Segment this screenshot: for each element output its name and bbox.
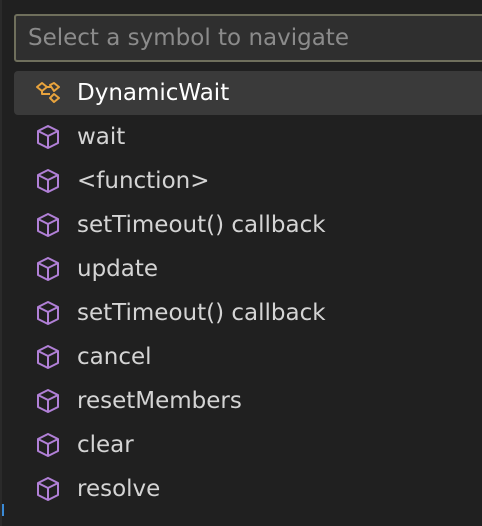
symbol-item-label: resetMembers	[77, 388, 242, 414]
search-input[interactable]	[28, 16, 482, 60]
search-box[interactable]	[14, 14, 482, 62]
symbol-item-function[interactable]: <function>	[14, 159, 482, 203]
symbol-item-resetmembers[interactable]: resetMembers	[14, 379, 482, 423]
symbol-item-label: DynamicWait	[77, 80, 230, 106]
symbol-item-label: setTimeout() callback	[77, 212, 326, 238]
method-icon	[34, 475, 62, 503]
method-icon	[34, 211, 62, 239]
symbol-item-label: clear	[77, 432, 134, 458]
symbol-list: DynamicWait wait <function> setTimeout()…	[14, 71, 482, 511]
symbol-item-settimeout-callback[interactable]: setTimeout() callback	[14, 203, 482, 247]
method-icon	[34, 123, 62, 151]
symbol-item-cancel[interactable]: cancel	[14, 335, 482, 379]
method-icon	[34, 431, 62, 459]
symbol-item-update[interactable]: update	[14, 247, 482, 291]
method-icon	[34, 299, 62, 327]
symbol-item-clear[interactable]: clear	[14, 423, 482, 467]
symbol-item-settimeout-callback[interactable]: setTimeout() callback	[14, 291, 482, 335]
method-icon	[34, 343, 62, 371]
class-icon	[34, 79, 62, 107]
symbol-item-wait[interactable]: wait	[14, 115, 482, 159]
symbol-item-dynamicwait[interactable]: DynamicWait	[14, 71, 482, 115]
symbol-item-label: update	[77, 256, 159, 282]
symbol-item-resolve[interactable]: resolve	[14, 467, 482, 511]
symbol-quick-pick: DynamicWait wait <function	[0, 0, 482, 526]
symbol-item-label: <function>	[77, 168, 210, 194]
method-icon	[34, 387, 62, 415]
symbol-item-label: resolve	[77, 476, 161, 502]
symbol-item-label: cancel	[77, 344, 152, 370]
symbol-item-label: wait	[77, 124, 126, 150]
scroll-edge-marker	[2, 504, 4, 516]
symbol-item-label: setTimeout() callback	[77, 300, 326, 326]
method-icon	[34, 167, 62, 195]
method-icon	[34, 255, 62, 283]
